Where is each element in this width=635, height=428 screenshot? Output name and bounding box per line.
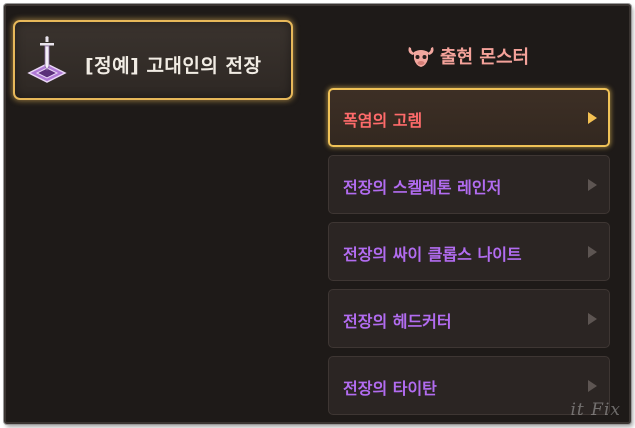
monster-item-cyclops-knight[interactable]: 전장의 싸이 클롭스 나이트 [328, 222, 610, 281]
monster-item-skeleton-ranger[interactable]: 전장의 스켈레톤 레인저 [328, 155, 610, 214]
bull-skull-icon [408, 47, 434, 67]
monster-name: 전장의 헤드커터 [343, 312, 452, 331]
monster-name: 폭염의 고렘 [343, 111, 423, 130]
monster-item-titan[interactable]: 전장의 타이탄 [328, 356, 610, 415]
play-arrow-icon [588, 313, 597, 325]
monster-name: 전장의 싸이 클롭스 나이트 [343, 245, 522, 264]
monster-header-title: 출현 몬스터 [440, 47, 530, 68]
watermark: it Fix [570, 400, 621, 420]
play-arrow-icon [588, 112, 597, 124]
monster-item-golem[interactable]: 폭염의 고렘 [328, 88, 610, 147]
dungeon-info-panel: [정예] 고대인의 전장 출현 몬스터 폭염의 고렘 전장의 스켈레톤 레인저 … [4, 4, 631, 424]
location-card[interactable]: [정예] 고대인의 전장 [13, 20, 293, 100]
monster-name: 전장의 스켈레톤 레인저 [343, 178, 502, 197]
monster-name: 전장의 타이탄 [343, 379, 437, 398]
monster-list: 폭염의 고렘 전장의 스켈레톤 레인저 전장의 싸이 클롭스 나이트 전장의 헤… [328, 88, 610, 422]
play-arrow-icon [588, 179, 597, 191]
monster-list-header: 출현 몬스터 [406, 42, 529, 70]
play-arrow-icon [588, 380, 597, 392]
location-title: [정예] 고대인의 전장 [85, 55, 262, 77]
play-arrow-icon [588, 246, 597, 258]
monster-item-headcutter[interactable]: 전장의 헤드커터 [328, 289, 610, 348]
dungeon-sword-emblem-icon [27, 36, 67, 83]
